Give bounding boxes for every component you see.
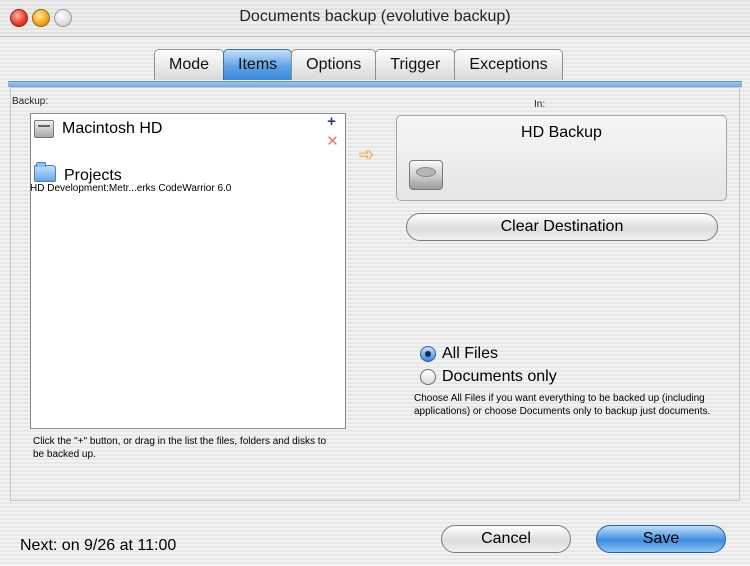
cancel-button[interactable]: Cancel [441, 525, 571, 553]
save-button[interactable]: Save [596, 525, 726, 553]
radio-documents-only[interactable]: Documents only [420, 368, 557, 386]
list-item-projects[interactable]: Projects [34, 161, 122, 185]
clear-destination-button[interactable]: Clear Destination [406, 213, 718, 241]
tab-trigger[interactable]: Trigger [375, 49, 456, 80]
list-item-macintosh-hd[interactable]: Macintosh HD [34, 120, 162, 138]
title-bar: Documents backup (evolutive backup) [0, 0, 750, 37]
tab-options[interactable]: Options [291, 49, 377, 80]
radio-all-files[interactable]: All Files [420, 345, 498, 363]
hard-disk-icon [409, 160, 443, 190]
radio-label: All Files [442, 345, 499, 362]
destination-box[interactable]: HD Backup [396, 115, 727, 201]
list-hint-text: Click the "+" button, or drag in the lis… [33, 436, 327, 460]
list-item-label: Macintosh HD [62, 120, 163, 137]
item-path: HD Development:Metr...erks CodeWarrior 6… [30, 183, 232, 194]
backup-label: Backup: [12, 96, 49, 107]
remove-item-button[interactable]: ✕ [326, 134, 339, 149]
window-title: Documents backup (evolutive backup) [239, 8, 511, 25]
folder-icon [34, 161, 56, 182]
in-label: In: [534, 99, 546, 110]
radio-label: Documents only [442, 368, 557, 385]
add-item-button[interactable]: + [325, 114, 338, 129]
backup-window: Documents backup (evolutive backup) Mode… [0, 0, 750, 566]
tab-items[interactable]: Items [223, 49, 293, 80]
tab-exceptions[interactable]: Exceptions [454, 49, 563, 80]
destination-name: HD Backup [521, 124, 602, 141]
right-arrow-icon: ➾ [358, 144, 375, 166]
radio-unselected-icon [420, 369, 436, 385]
file-type-help-text: Choose All Files if you want everything … [414, 393, 711, 417]
hard-disk-icon [34, 120, 54, 138]
next-backup-status: Next: on 9/26 at 11:00 [20, 537, 177, 554]
tab-mode[interactable]: Mode [154, 49, 225, 80]
tab-bar: Mode Items Options Trigger Exceptions [154, 49, 563, 81]
radio-selected-icon [420, 346, 436, 362]
